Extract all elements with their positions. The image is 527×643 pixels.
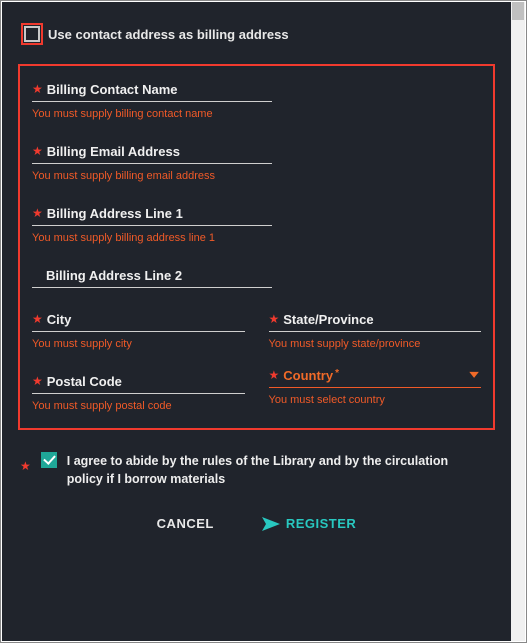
- billing-email-label: Billing Email Address: [47, 144, 272, 159]
- cancel-button[interactable]: CANCEL: [157, 516, 214, 531]
- state-label: State/Province: [283, 312, 481, 327]
- billing-email-error: You must supply billing email address: [32, 170, 272, 182]
- city-label: City: [47, 312, 245, 327]
- billing-form-panel: Use contact address as billing address ★…: [2, 2, 511, 641]
- billing-contact-name-label: Billing Contact Name: [47, 82, 272, 97]
- billing-email-field[interactable]: ★ Billing Email Address You must supply …: [32, 144, 272, 182]
- scrollbar-track[interactable]: [511, 2, 525, 641]
- postal-error: You must supply postal code: [32, 400, 245, 412]
- use-contact-address-label: Use contact address as billing address: [48, 27, 289, 42]
- chevron-down-icon[interactable]: ▾: [469, 367, 479, 381]
- send-icon: [262, 517, 280, 531]
- state-field[interactable]: ★ State/Province You must supply state/p…: [269, 312, 482, 350]
- required-star-icon: ★: [32, 207, 43, 219]
- state-error: You must supply state/province: [269, 338, 482, 350]
- required-star-icon: ★: [32, 313, 43, 325]
- billing-addr1-field[interactable]: ★ Billing Address Line 1 You must supply…: [32, 206, 272, 244]
- agree-terms-label: I agree to abide by the rules of the Lib…: [67, 452, 485, 488]
- form-actions: CANCEL REGISTER: [18, 516, 495, 531]
- agree-terms-checkbox[interactable]: [41, 452, 57, 468]
- postal-field[interactable]: ★ Postal Code You must supply postal cod…: [32, 374, 245, 412]
- country-field[interactable]: ★ Country* ▾ You must select country: [269, 368, 482, 412]
- country-error: You must select country: [269, 394, 482, 406]
- country-label: Country*: [283, 368, 339, 383]
- required-star-icon: ★: [32, 375, 43, 387]
- billing-addr2-field[interactable]: Billing Address Line 2: [32, 268, 272, 288]
- city-error: You must supply city: [32, 338, 245, 350]
- required-star-icon: ★: [20, 460, 31, 472]
- required-star-icon: ★: [32, 83, 43, 95]
- window-frame: Use contact address as billing address ★…: [0, 0, 527, 643]
- postal-label: Postal Code: [47, 374, 245, 389]
- billing-addr1-error: You must supply billing address line 1: [32, 232, 272, 244]
- billing-addr2-label: Billing Address Line 2: [32, 268, 272, 283]
- agree-terms-row: ★ I agree to abide by the rules of the L…: [20, 452, 495, 488]
- scrollbar-thumb[interactable]: [512, 2, 524, 20]
- use-contact-address-row: Use contact address as billing address: [24, 26, 495, 42]
- register-button[interactable]: REGISTER: [262, 516, 356, 531]
- billing-contact-name-field[interactable]: ★ Billing Contact Name You must supply b…: [32, 82, 272, 120]
- required-star-icon: ★: [269, 313, 280, 325]
- use-contact-address-checkbox[interactable]: [24, 26, 40, 42]
- required-star-icon: ★: [269, 369, 280, 381]
- billing-contact-name-error: You must supply billing contact name: [32, 108, 272, 120]
- billing-addr1-label: Billing Address Line 1: [47, 206, 272, 221]
- register-button-label: REGISTER: [286, 516, 356, 531]
- city-field[interactable]: ★ City You must supply city: [32, 312, 245, 350]
- billing-fields-group: ★ Billing Contact Name You must supply b…: [18, 64, 495, 430]
- cancel-button-label: CANCEL: [157, 516, 214, 531]
- required-star-icon: ★: [32, 145, 43, 157]
